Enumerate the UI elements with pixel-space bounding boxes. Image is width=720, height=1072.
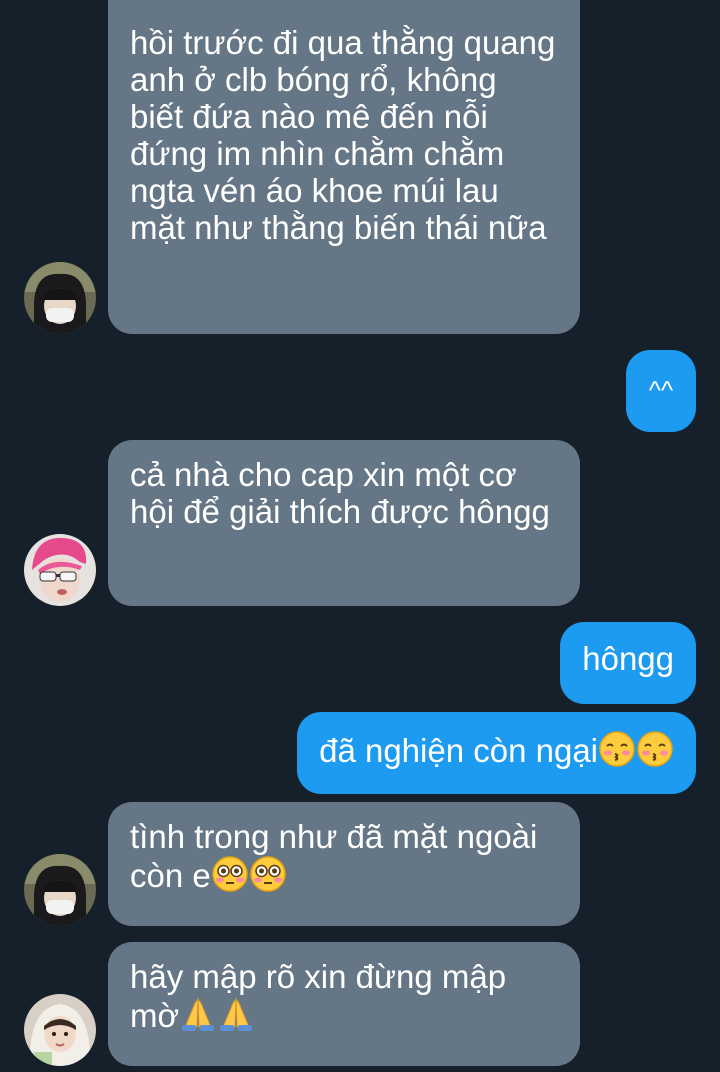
user-avatar[interactable]: [24, 262, 96, 334]
message-text: tình trong như đã mặt ngoài còn e: [130, 818, 538, 894]
folded-hands-icon: [217, 995, 255, 1040]
message-text: hồi trước đi qua thằng quang anh ở clb b…: [130, 24, 556, 246]
user-avatar[interactable]: [24, 534, 96, 606]
message-text: đã nghiện còn ngại: [319, 732, 598, 769]
folded-hands-icon: [179, 995, 217, 1040]
message-text: cả nhà cho cap xin một cơ hội để giải th…: [130, 456, 550, 530]
message-bubble-incoming[interactable]: tình trong như đã mặt ngoài còn e: [108, 802, 580, 926]
pink-hair-sunglasses-user-avatar-icon: [24, 534, 96, 606]
flushed-face-icon: [211, 855, 249, 900]
message-bubble-outgoing[interactable]: ^^: [626, 350, 696, 432]
message-bubble-incoming[interactable]: hãy mập rõ xin đừng mập mờ: [108, 942, 580, 1066]
kissing-face-closed-eyes-icon: [598, 730, 636, 775]
message-bubble-outgoing[interactable]: hôngg: [560, 622, 696, 704]
flushed-face-icon: [249, 855, 287, 900]
message-text: hôngg: [582, 640, 674, 677]
message-thread[interactable]: hồi trước đi qua thằng quang anh ở clb b…: [0, 0, 720, 1072]
black-hair-masked-user-avatar-icon: [24, 854, 96, 926]
kissing-face-closed-eyes-icon: [636, 730, 674, 775]
black-hair-masked-user-avatar-icon: [24, 262, 96, 334]
message-bubble-outgoing[interactable]: đã nghiện còn ngại: [297, 712, 696, 794]
user-avatar[interactable]: [24, 994, 96, 1066]
message-bubble-incoming[interactable]: hồi trước đi qua thằng quang anh ở clb b…: [108, 0, 580, 334]
message-text: ^^: [648, 375, 674, 405]
message-bubble-incoming[interactable]: cả nhà cho cap xin một cơ hội để giải th…: [108, 440, 580, 606]
user-avatar[interactable]: [24, 854, 96, 926]
light-hoodie-user-avatar-icon: [24, 994, 96, 1066]
